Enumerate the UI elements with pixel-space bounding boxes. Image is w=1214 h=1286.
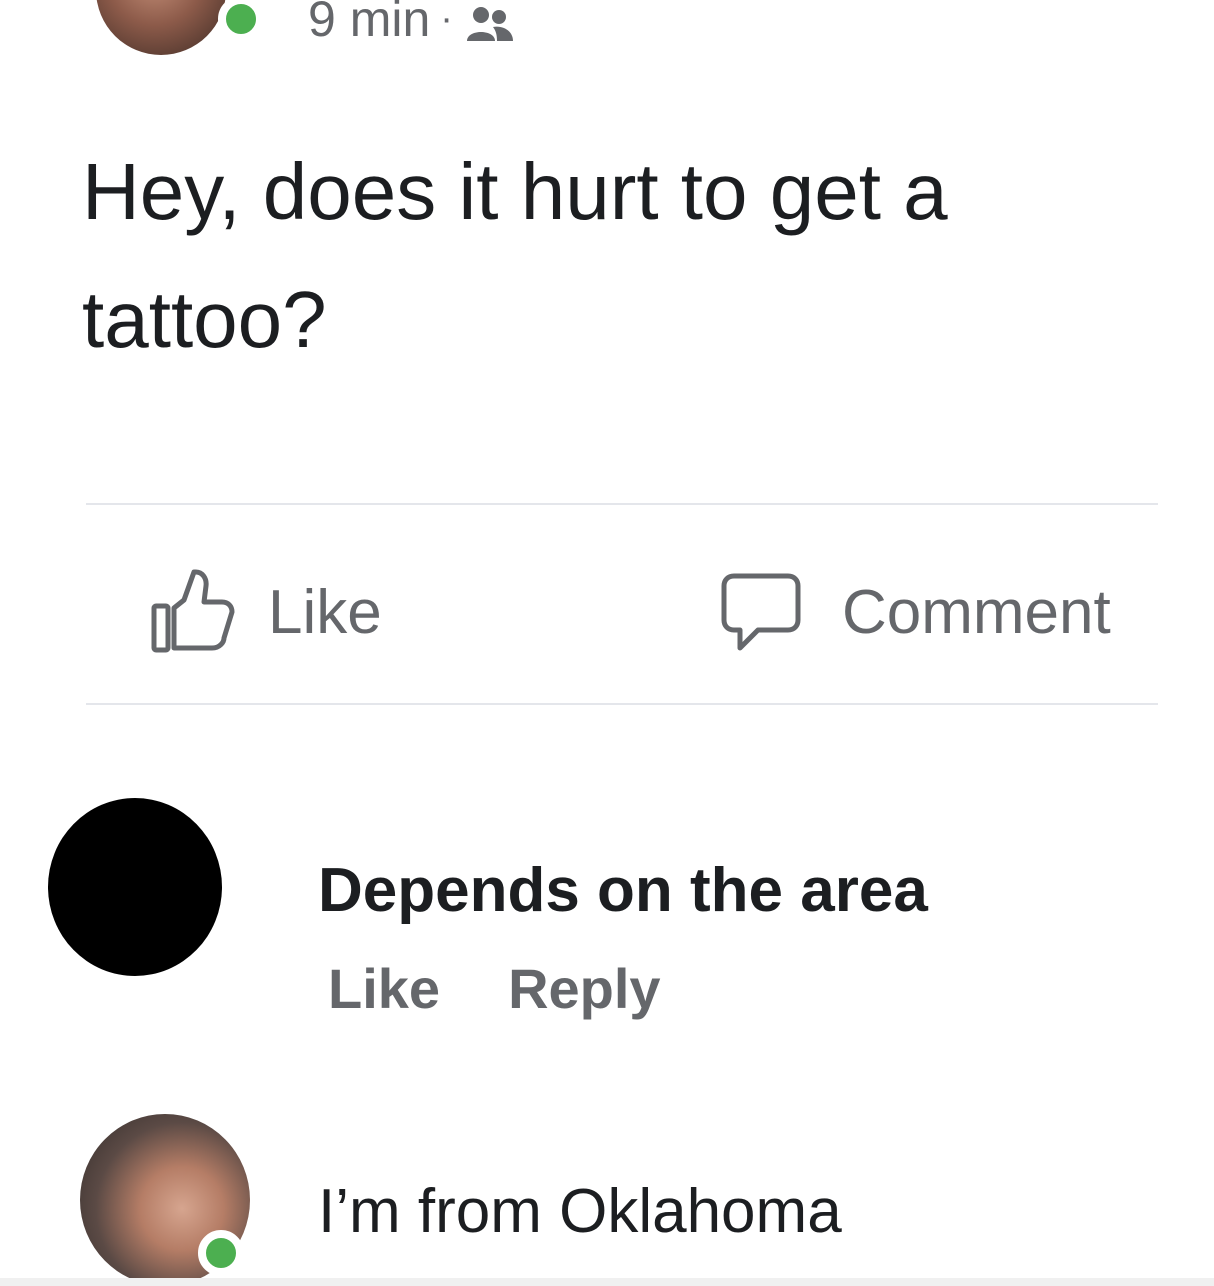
meta-separator: · — [440, 0, 453, 40]
post-text: Hey, does it hurt to get a tattoo? — [82, 147, 948, 364]
thumbs-up-icon — [150, 568, 238, 656]
online-status-indicator — [218, 0, 264, 42]
bottom-edge — [0, 1278, 1214, 1286]
comment-button[interactable]: Comment — [720, 560, 1111, 664]
comment-actions: Like Reply — [328, 956, 661, 1021]
comment-item: Depends on the area Like Reply — [0, 780, 1214, 1040]
divider — [86, 503, 1158, 505]
post-timestamp[interactable]: 9 min — [308, 0, 430, 48]
post-header: 9 min · — [0, 0, 1214, 60]
comment-text: I’m from Oklahoma — [318, 1177, 842, 1246]
post-meta: 9 min · — [308, 0, 515, 48]
divider — [86, 703, 1158, 705]
comment-reply-button[interactable]: Reply — [508, 956, 661, 1021]
comment-item: I’m from Oklahoma — [0, 1100, 1214, 1286]
comment-text: Depends on the area — [318, 856, 928, 925]
friends-icon[interactable] — [463, 0, 515, 41]
poster-avatar[interactable] — [96, 0, 226, 55]
comment-like-button[interactable]: Like — [328, 956, 440, 1021]
comment-label: Comment — [842, 577, 1111, 647]
online-status-indicator — [198, 1230, 244, 1276]
like-label: Like — [268, 577, 382, 647]
like-button[interactable]: Like — [150, 560, 382, 664]
comment-bubble-icon — [720, 570, 802, 654]
commenter-avatar[interactable] — [48, 798, 222, 976]
